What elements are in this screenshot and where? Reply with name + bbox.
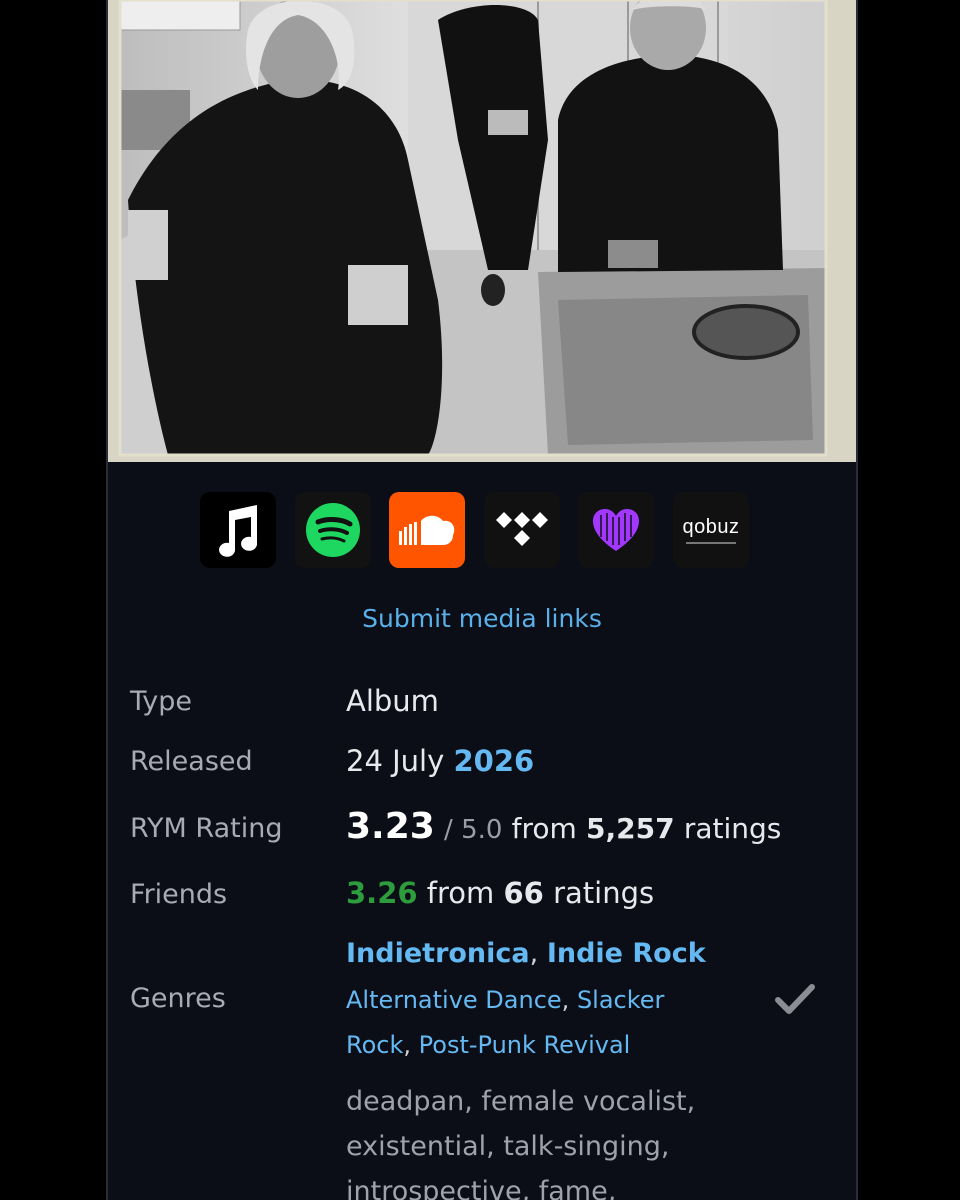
genre-separator: , [529,938,547,969]
descriptors-line: deadpan, female vocalist, [346,1086,696,1117]
descriptors-line: existential, talk-singing, [346,1131,670,1162]
submit-media-links[interactable]: Submit media links [108,604,856,633]
released-label: Released [130,746,253,777]
rym-rating-value: 3.23 / 5.0 from 5,257 ratings [346,806,781,847]
friends-rating-value: 3.26 from 66 ratings [346,876,654,910]
qobuz-link[interactable]: qobuz [673,492,749,568]
released-day-month: 24 July [346,744,445,778]
spotify-link[interactable] [295,492,371,568]
genres-label: Genres [130,983,226,1014]
primary-genres: Indietronica, Indie Rock [346,938,706,969]
rating-from: from [511,812,577,845]
deezer-link[interactable] [578,492,654,568]
released-value: 24 July 2026 [346,744,534,778]
rating-count-link[interactable]: 5,257 [586,812,675,845]
soundcloud-link[interactable] [389,492,465,568]
qobuz-logo: qobuz [682,516,740,538]
friends-from: from [426,876,495,910]
rating-scale: / 5.0 [444,815,503,845]
genre-link[interactable]: Indietronica [346,938,530,969]
genre-link[interactable]: Post-Punk Revival [419,1031,631,1059]
soundcloud-icon [397,513,457,547]
genre-link[interactable]: Alternative Dance [346,986,562,1014]
media-links-row: qobuz [108,492,856,568]
music-note-icon [215,503,261,557]
descriptors-line: introspective, fame, [346,1176,617,1200]
tidal-icon [494,510,550,550]
genre-link-continued[interactable]: Rock [346,1031,403,1059]
rym-rating-label: RYM Rating [130,813,283,844]
tidal-link[interactable] [484,492,560,568]
friends-average: 3.26 [346,876,418,910]
genre-separator: , [561,986,577,1014]
genre-link[interactable]: Indie Rock [547,938,706,969]
genre-vote-check-icon[interactable] [774,982,816,1020]
qobuz-tagline-mark [686,542,736,544]
secondary-genres-line-1: Alternative Dance, Slacker [346,986,664,1014]
friends-suffix: ratings [553,876,655,910]
type-value[interactable]: Album [346,684,439,718]
released-year-link[interactable]: 2026 [454,744,535,778]
friends-count-link[interactable]: 66 [504,876,544,910]
type-label: Type [130,686,193,717]
genre-separator: , [403,1031,419,1059]
spotify-icon [306,503,360,557]
apple-music-link[interactable] [200,492,276,568]
genre-link[interactable]: Slacker [577,986,664,1014]
album-cover-image[interactable] [108,0,856,462]
heart-waveform-icon [591,507,641,553]
friends-label: Friends [130,879,228,910]
phone-screen: qobuz Submit media links Type Album Rele… [106,0,858,1200]
secondary-genres-line-2: Rock, Post-Punk Revival [346,1031,630,1059]
rating-suffix: ratings [683,812,782,845]
rating-average: 3.23 [346,806,435,847]
